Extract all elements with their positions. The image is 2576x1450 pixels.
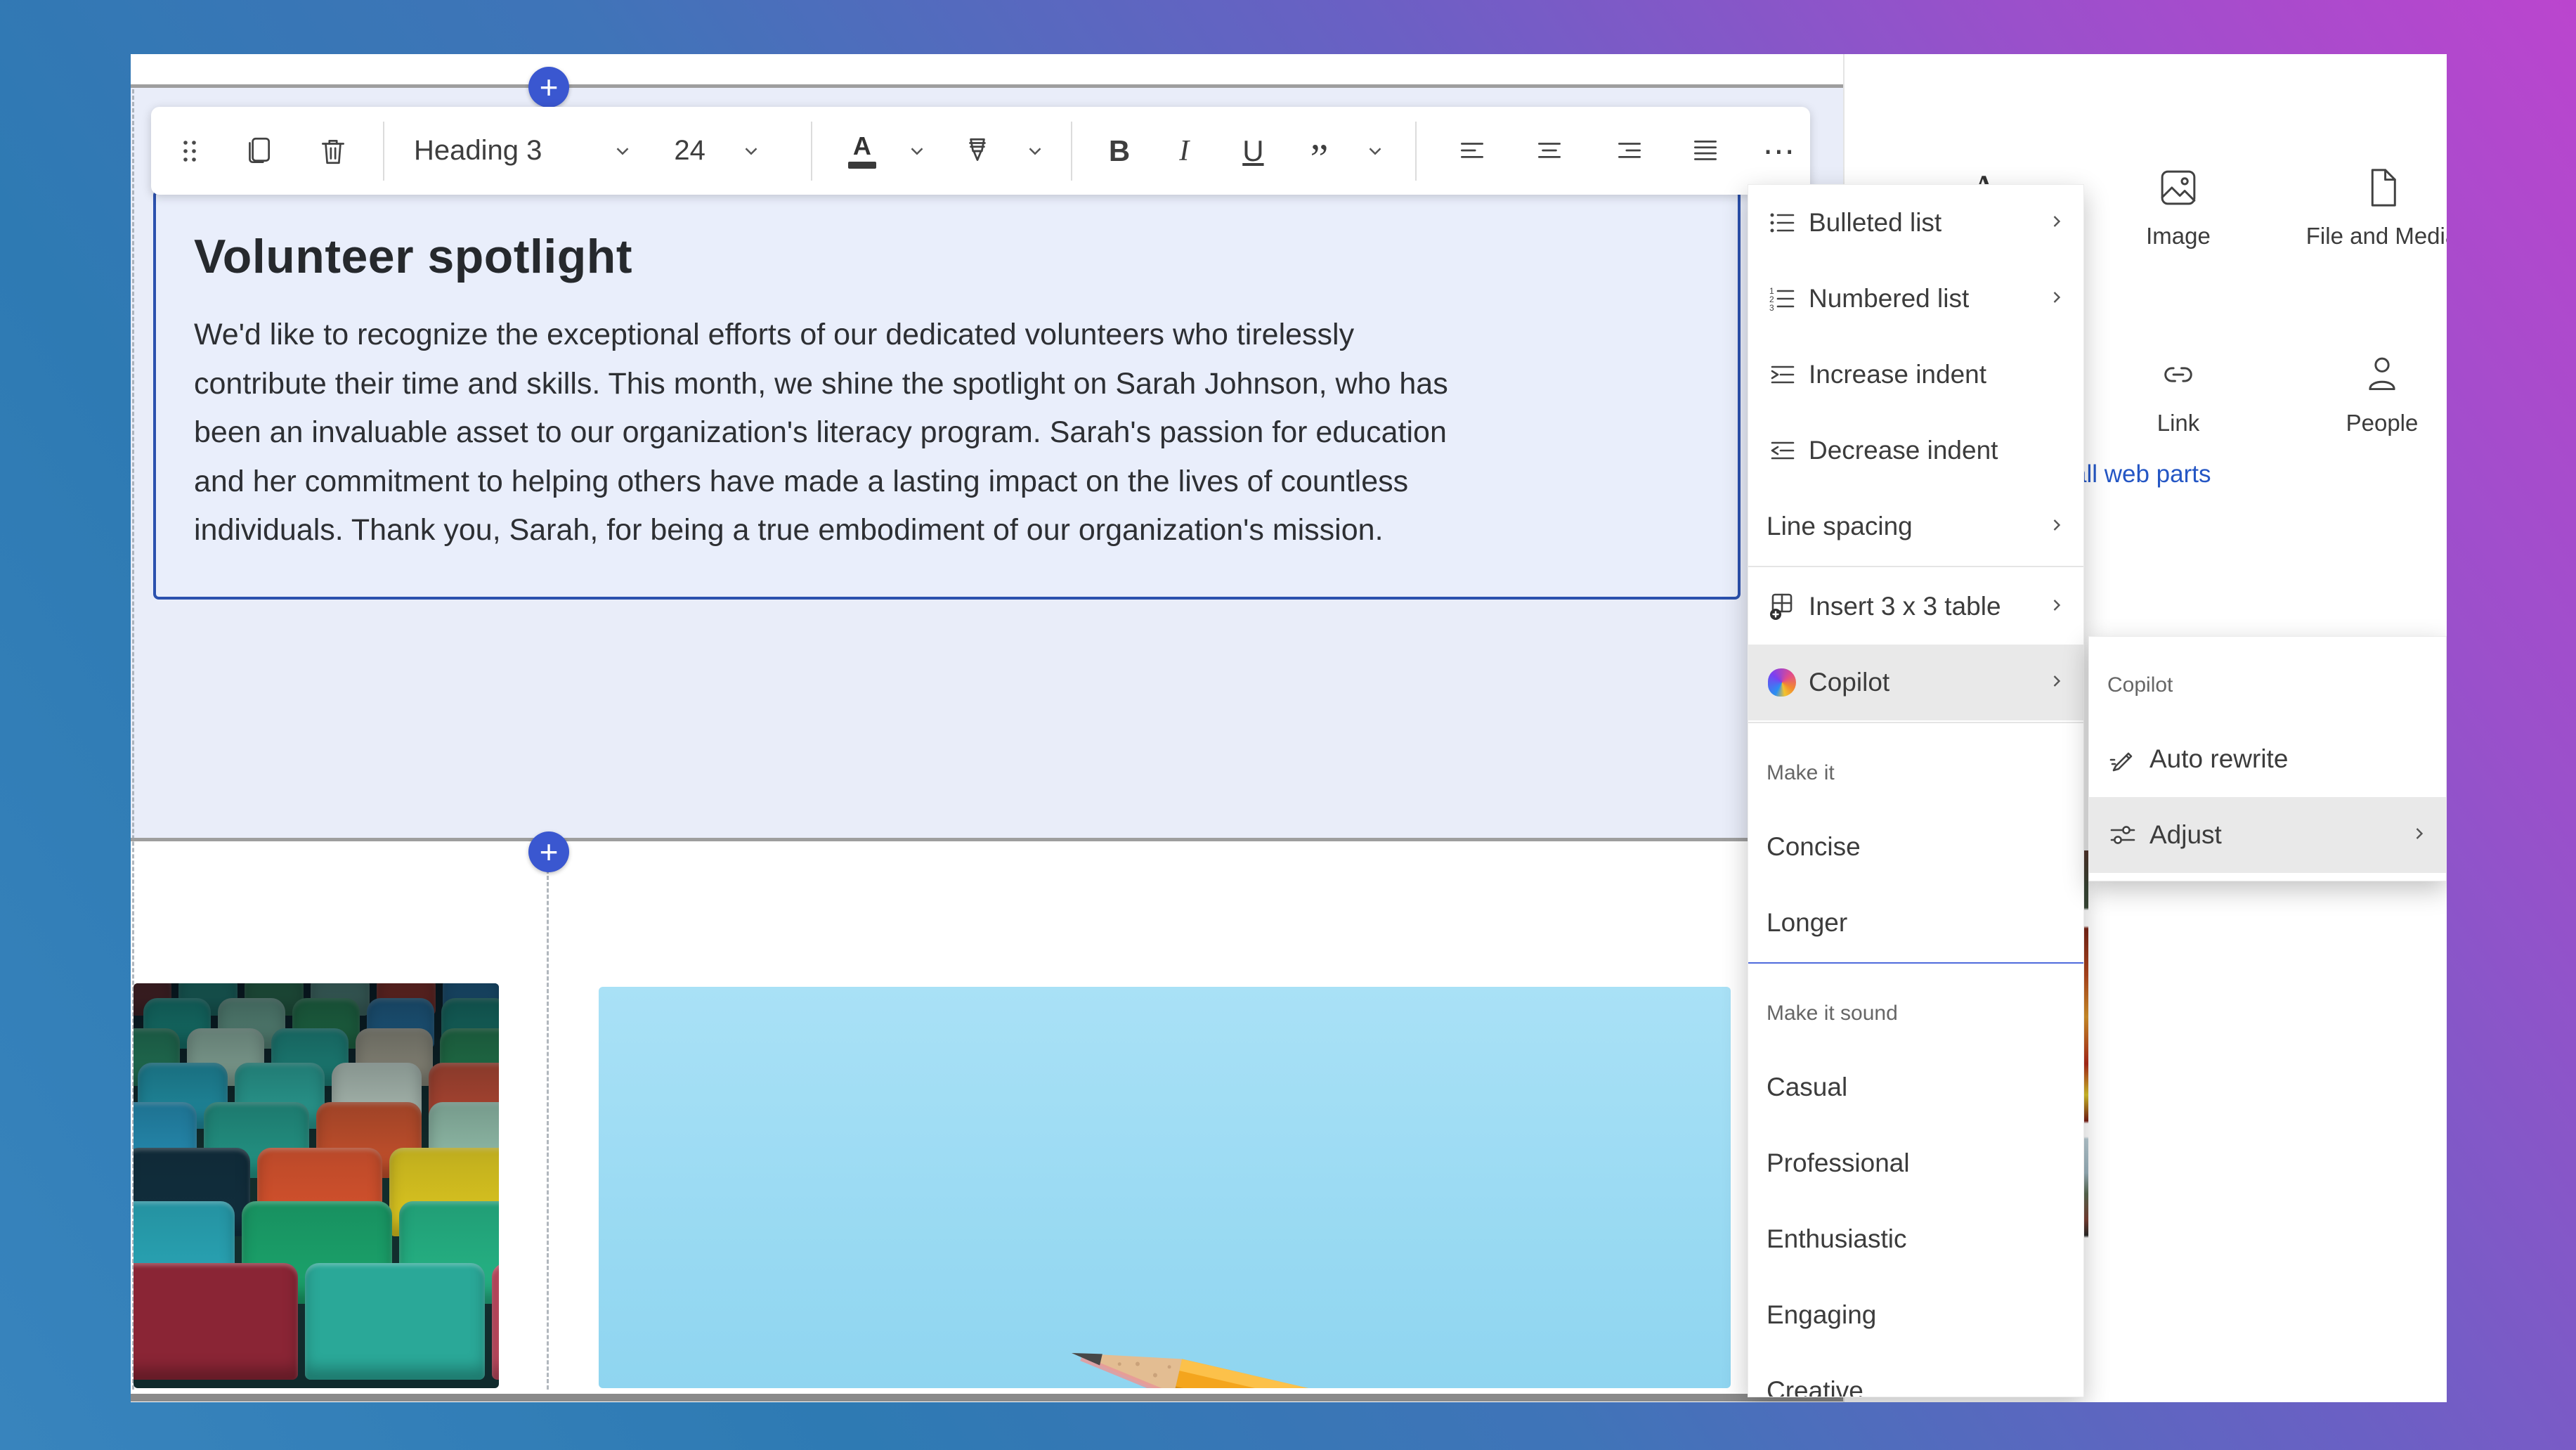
- webpart-people[interactable]: People: [2280, 320, 2447, 460]
- justify-icon[interactable]: [1689, 135, 1722, 167]
- text-webpart[interactable]: Volunteer spotlight We'd like to recogni…: [153, 190, 1741, 600]
- toolbar-divider: [1071, 122, 1072, 181]
- decrease-indent-icon: [1767, 435, 1797, 466]
- webpart-image[interactable]: Image: [2076, 133, 2280, 273]
- font-size-dropdown[interactable]: 24: [674, 135, 705, 167]
- text-style-dropdown[interactable]: Heading 3: [414, 135, 542, 167]
- menu-item-bulleted-list[interactable]: Bulleted list: [1748, 185, 2083, 261]
- chevron-right-icon: [2047, 512, 2067, 541]
- menu-group-header: Make it: [1748, 725, 2083, 809]
- menu-item-copilot[interactable]: Copilot: [1748, 645, 2083, 720]
- section-divider-top: [131, 84, 1843, 88]
- svg-text:3: 3: [1769, 303, 1774, 313]
- align-center-icon[interactable]: [1533, 135, 1566, 167]
- section-divider-middle: [131, 838, 1843, 841]
- webpart-file-and-media[interactable]: File and Media: [2280, 133, 2447, 273]
- bulleted-list-icon: [1767, 207, 1797, 238]
- menu-item-casual[interactable]: Casual: [1748, 1049, 2083, 1125]
- link-part-icon: [2076, 320, 2280, 397]
- chevron-down-icon[interactable]: [906, 141, 928, 162]
- chevron-down-icon[interactable]: [612, 141, 633, 162]
- image-part-icon: [2076, 133, 2280, 210]
- pencil-image[interactable]: [599, 987, 1731, 1388]
- menu-item-professional[interactable]: Professional: [1748, 1125, 2083, 1201]
- hidden-image-sliver: [2084, 850, 2088, 1371]
- menu-item-insert-3-x-3-table[interactable]: Insert 3 x 3 table: [1748, 569, 2083, 645]
- menu-item-concise[interactable]: Concise: [1748, 809, 2083, 885]
- add-section-button-top[interactable]: +: [528, 67, 569, 108]
- underline-button[interactable]: U: [1242, 134, 1263, 168]
- menu-divider: [1748, 962, 2083, 964]
- menu-item-increase-indent[interactable]: Increase indent: [1748, 337, 2083, 413]
- highlight-icon[interactable]: [961, 135, 994, 167]
- column-guide-center: [547, 869, 549, 1390]
- bold-button[interactable]: B: [1109, 134, 1130, 168]
- insert-table-icon: [1767, 591, 1797, 622]
- paragraph-line: and her commitment to helping others hav…: [194, 458, 1700, 507]
- align-right-icon[interactable]: [1613, 135, 1646, 167]
- numbered-list-icon: 123: [1767, 283, 1797, 314]
- paragraph-line: individuals. Thank you, Sarah, for being…: [194, 506, 1700, 555]
- chair: [305, 1263, 485, 1380]
- formatting-toolbar: Heading 3 24 A B I U ” ⋯: [151, 107, 1810, 195]
- chevron-down-icon[interactable]: [1365, 141, 1386, 162]
- toolbar-divider: [1415, 122, 1417, 181]
- menu-divider: [1748, 722, 2083, 723]
- chevron-right-icon: [2047, 284, 2067, 313]
- horizontal-scrollbar[interactable]: [131, 1394, 1843, 1402]
- toolbar-divider: [811, 122, 812, 181]
- menu-divider: [1748, 566, 2083, 567]
- align-left-icon[interactable]: [1456, 135, 1488, 167]
- chevron-down-icon[interactable]: [741, 141, 762, 162]
- submenu-header: Copilot: [2089, 637, 2446, 721]
- webpart-link[interactable]: Link: [2076, 320, 2280, 460]
- paragraph-line: contribute their time and skills. This m…: [194, 360, 1700, 409]
- webpart-heading[interactable]: Volunteer spotlight: [156, 193, 1738, 284]
- chevron-down-icon[interactable]: [1024, 141, 1046, 162]
- chevron-right-icon: [2047, 592, 2067, 621]
- chair: [492, 1263, 499, 1380]
- chevron-right-icon: [2409, 820, 2429, 850]
- drag-handle-icon[interactable]: [178, 136, 202, 167]
- more-options-button[interactable]: ⋯: [1762, 132, 1796, 170]
- menu-item-creative[interactable]: Creative: [1748, 1353, 2083, 1397]
- quote-button[interactable]: ”: [1310, 136, 1329, 166]
- chevron-right-icon: [2047, 668, 2067, 697]
- paragraph-line: been an invaluable asset to our organiza…: [194, 408, 1700, 458]
- menu-item-longer[interactable]: Longer: [1748, 885, 2083, 961]
- increase-indent-icon: [1767, 359, 1797, 390]
- menu-item-numbered-list[interactable]: 123 Numbered list: [1748, 261, 2083, 337]
- menu-item-decrease-indent[interactable]: Decrease indent: [1748, 413, 2083, 488]
- context-menu: Bulleted list 123 Numbered list Increase…: [1748, 184, 2084, 1397]
- chevron-right-icon: [2047, 208, 2067, 238]
- paragraph-line: We'd like to recognize the exceptional e…: [194, 311, 1700, 360]
- delete-icon[interactable]: [317, 135, 349, 167]
- pencil-edit-icon: [2107, 744, 2138, 775]
- copilot-submenu: Copilot Auto rewrite Adjust: [2088, 636, 2447, 881]
- menu-item-adjust[interactable]: Adjust: [2089, 797, 2446, 873]
- menu-item-engaging[interactable]: Engaging: [1748, 1277, 2083, 1353]
- chair-row: [134, 1263, 499, 1380]
- toolbar-divider: [383, 122, 384, 181]
- screen: + + Heading 3 24 A B I U ”: [0, 0, 2576, 1450]
- menu-item-enthusiastic[interactable]: Enthusiastic: [1748, 1201, 2083, 1277]
- font-color-icon[interactable]: A: [846, 134, 878, 169]
- editor-window: + + Heading 3 24 A B I U ”: [131, 54, 2447, 1402]
- menu-item-line-spacing[interactable]: Line spacing: [1748, 488, 2083, 564]
- webpart-paragraph[interactable]: We'd like to recognize the exceptional e…: [194, 311, 1700, 555]
- chair: [134, 1263, 298, 1380]
- people-part-icon: [2280, 320, 2447, 397]
- menu-item-auto-rewrite[interactable]: Auto rewrite: [2089, 721, 2446, 797]
- menu-group-header: Make it sound: [1748, 965, 2083, 1049]
- sliders-icon: [2107, 820, 2138, 850]
- add-section-button-middle[interactable]: +: [528, 831, 569, 872]
- italic-button[interactable]: I: [1179, 134, 1189, 168]
- copilot-icon: [1767, 667, 1797, 698]
- pencil-illustration: [599, 987, 1731, 1388]
- duplicate-icon[interactable]: [242, 135, 275, 167]
- chairs-image[interactable]: [134, 983, 499, 1388]
- file-part-icon: [2280, 133, 2447, 210]
